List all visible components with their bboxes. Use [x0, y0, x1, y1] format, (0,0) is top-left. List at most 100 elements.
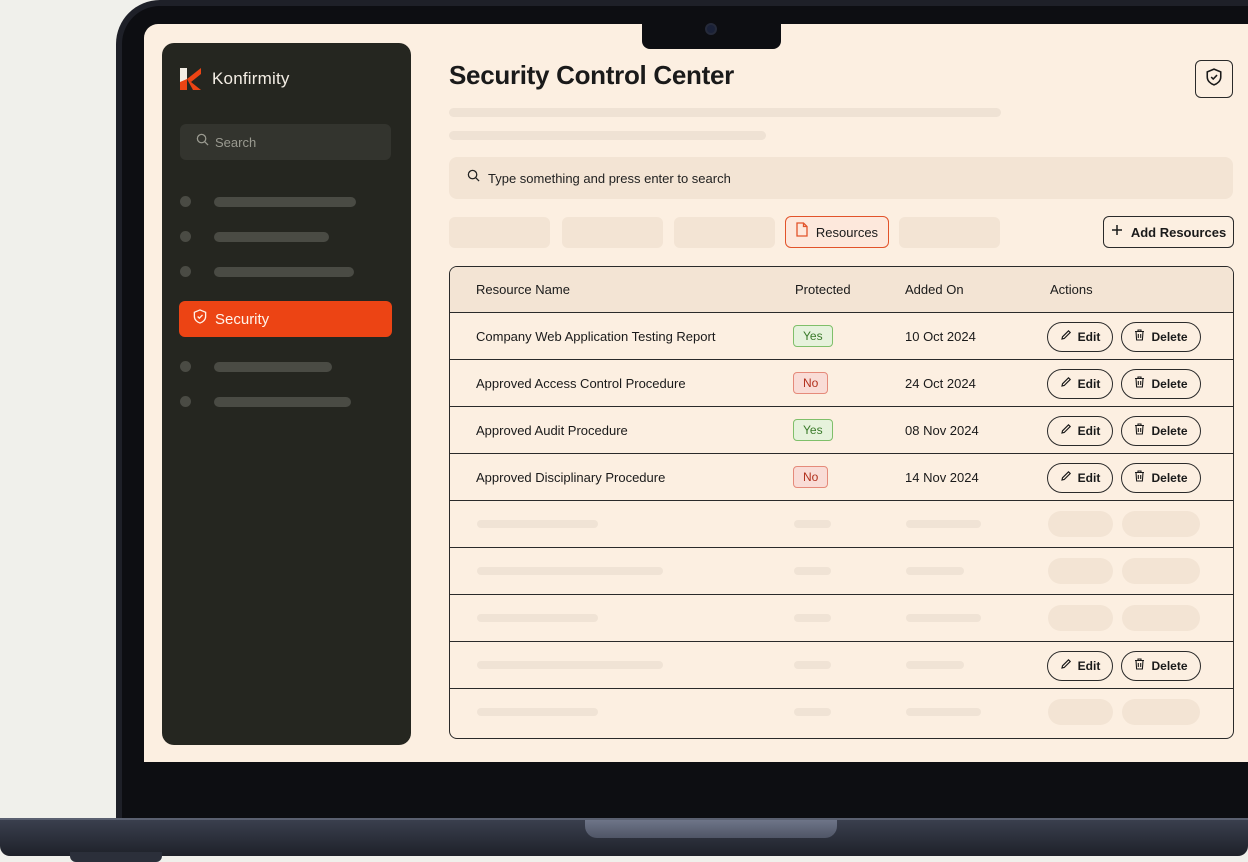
plus-icon: [1111, 223, 1123, 241]
tab-placeholder[interactable]: [674, 217, 775, 248]
skeleton-pill: [1048, 605, 1113, 631]
table-row-skeleton: [450, 501, 1233, 548]
search-input[interactable]: Type something and press enter to search: [449, 157, 1233, 199]
resource-name: Approved Access Control Procedure: [476, 376, 686, 391]
search-icon: [467, 169, 480, 187]
added-on-date: 08 Nov 2024: [905, 423, 979, 438]
sidebar-item-dot: [180, 266, 191, 277]
table-row-skeleton: [450, 689, 1233, 736]
edit-label: Edit: [1077, 377, 1101, 391]
trash-icon: [1134, 657, 1145, 675]
pencil-icon: [1060, 328, 1072, 346]
skeleton-bar: [477, 520, 598, 528]
skeleton-bar: [906, 708, 981, 716]
sidebar-item-skeleton: [214, 231, 329, 242]
skeleton-bar: [906, 567, 964, 575]
sidebar-item-skeleton: [214, 361, 332, 372]
edit-button[interactable]: Edit: [1047, 463, 1113, 493]
protected-badge: No: [793, 466, 829, 488]
sidebar-search-placeholder: Search: [215, 134, 257, 150]
tab-label: Resources: [815, 224, 879, 240]
pencil-icon: [1060, 657, 1072, 675]
trash-icon: [1134, 328, 1145, 346]
sidebar-item-security[interactable]: Security: [179, 301, 392, 337]
table-row-skeleton: [450, 548, 1233, 595]
search-placeholder: Type something and press enter to search: [488, 170, 731, 186]
skeleton-pill: [1122, 511, 1200, 537]
skeleton-bar: [794, 520, 831, 528]
tab-placeholder[interactable]: [449, 217, 550, 248]
column-header-protected[interactable]: Protected: [795, 282, 851, 297]
file-icon: [796, 222, 808, 242]
skeleton-pill: [1122, 699, 1200, 725]
added-on-date: 10 Oct 2024: [905, 329, 976, 344]
edit-button[interactable]: Edit: [1047, 369, 1113, 399]
tab-resources[interactable]: Resources: [785, 216, 889, 248]
delete-label: Delete: [1151, 330, 1188, 344]
camera-icon: [705, 23, 717, 35]
delete-button[interactable]: Delete: [1121, 651, 1201, 681]
delete-label: Delete: [1151, 471, 1188, 485]
sidebar-item-placeholder[interactable]: [180, 231, 329, 242]
protected-badge: No: [793, 372, 829, 394]
table-row-skeleton: [450, 595, 1233, 642]
sidebar-item-placeholder[interactable]: [180, 266, 354, 277]
sidebar-item-placeholder[interactable]: [180, 396, 351, 407]
added-on-date: 14 Nov 2024: [905, 470, 979, 485]
tab-placeholder[interactable]: [899, 217, 1000, 248]
resource-name: Company Web Application Testing Report: [476, 329, 716, 344]
sidebar-item-label: Security: [215, 310, 270, 328]
skeleton-bar: [906, 661, 964, 669]
edit-label: Edit: [1077, 471, 1101, 485]
delete-label: Delete: [1151, 424, 1188, 438]
column-header-resource-name[interactable]: Resource Name: [476, 282, 570, 297]
sidebar-search-input[interactable]: Search: [180, 124, 391, 160]
sidebar-item-dot: [180, 196, 191, 207]
edit-label: Edit: [1077, 659, 1101, 673]
shield-check-icon: [193, 309, 207, 329]
edit-label: Edit: [1077, 330, 1101, 344]
table-row[interactable]: Company Web Application Testing Report Y…: [450, 313, 1233, 360]
sidebar-item-placeholder[interactable]: [180, 361, 332, 372]
sidebar-item-placeholder[interactable]: [180, 196, 356, 207]
laptop-foot: [70, 852, 162, 862]
skeleton-bar: [794, 614, 831, 622]
skeleton-pill: [1048, 511, 1113, 537]
resources-table: Resource Name Protected Added On Actions…: [449, 266, 1234, 739]
shield-check-icon: [1206, 67, 1222, 91]
subtitle-skeleton: [449, 131, 766, 140]
edit-button[interactable]: Edit: [1047, 322, 1113, 352]
column-header-added-on[interactable]: Added On: [905, 282, 964, 297]
table-row-skeleton[interactable]: Edit Delete: [450, 642, 1233, 689]
protected-badge: Yes: [793, 419, 833, 441]
table-row[interactable]: Approved Disciplinary Procedure No 14 No…: [450, 454, 1233, 501]
sidebar: Konfirmity Search Security: [162, 43, 411, 745]
resource-name: Approved Disciplinary Procedure: [476, 470, 666, 485]
skeleton-bar: [794, 708, 831, 716]
add-resources-button[interactable]: Add Resources: [1103, 216, 1234, 248]
trash-icon: [1134, 375, 1145, 393]
subtitle-skeleton: [449, 108, 1001, 117]
skeleton-pill: [1122, 605, 1200, 631]
delete-label: Delete: [1151, 659, 1188, 673]
brand[interactable]: Konfirmity: [180, 68, 290, 90]
add-resources-label: Add Resources: [1130, 224, 1227, 240]
delete-button[interactable]: Delete: [1121, 322, 1201, 352]
tab-placeholder[interactable]: [562, 217, 663, 248]
skeleton-bar: [477, 614, 598, 622]
delete-button[interactable]: Delete: [1121, 463, 1201, 493]
edit-button[interactable]: Edit: [1047, 651, 1113, 681]
sidebar-item-dot: [180, 231, 191, 242]
delete-label: Delete: [1151, 377, 1188, 391]
delete-button[interactable]: Delete: [1121, 369, 1201, 399]
table-row[interactable]: Approved Audit Procedure Yes 08 Nov 2024…: [450, 407, 1233, 454]
delete-button[interactable]: Delete: [1121, 416, 1201, 446]
table-row[interactable]: Approved Access Control Procedure No 24 …: [450, 360, 1233, 407]
edit-button[interactable]: Edit: [1047, 416, 1113, 446]
brand-name: Konfirmity: [212, 69, 290, 88]
security-shield-button[interactable]: [1195, 60, 1233, 98]
sidebar-item-skeleton: [214, 266, 354, 277]
sidebar-item-dot: [180, 396, 191, 407]
skeleton-bar: [794, 567, 831, 575]
pencil-icon: [1060, 469, 1072, 487]
